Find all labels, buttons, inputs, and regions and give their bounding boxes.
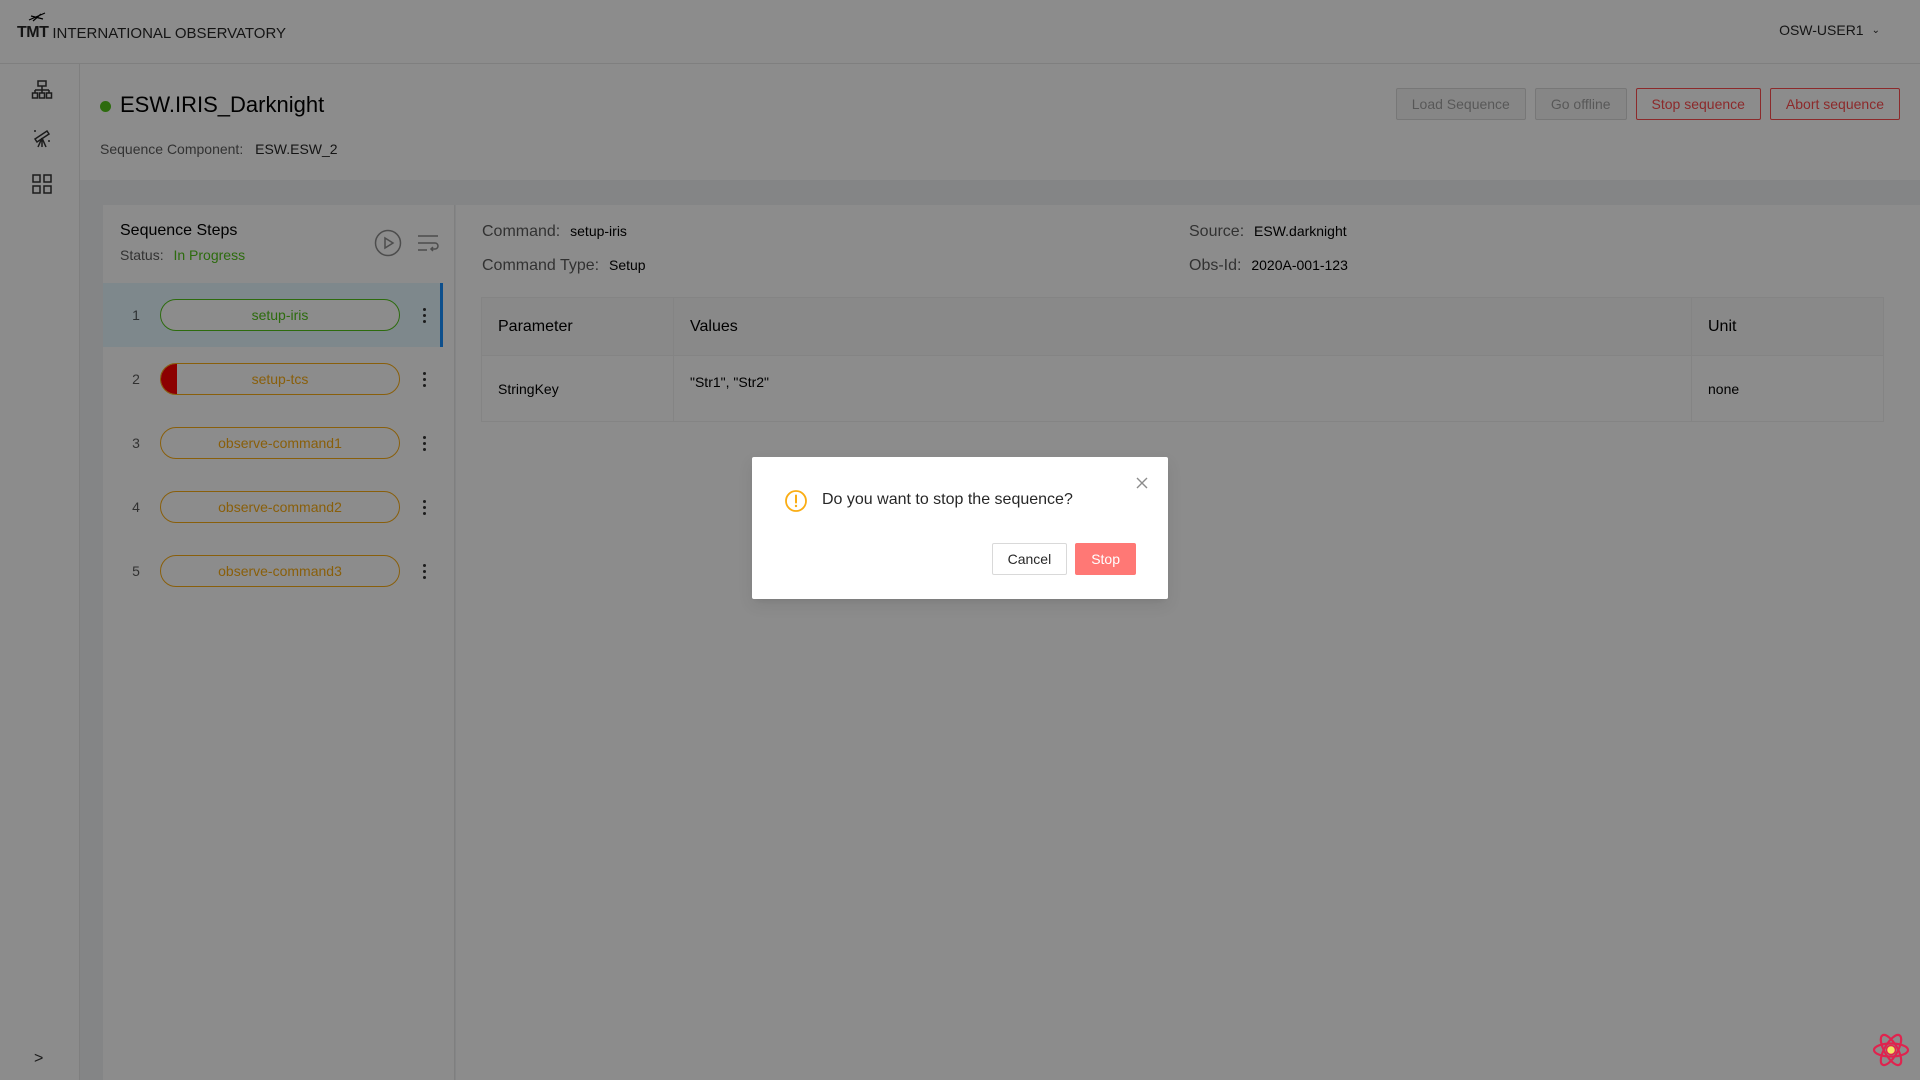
close-icon[interactable] xyxy=(1134,475,1150,491)
react-logo-icon[interactable] xyxy=(1871,1030,1911,1070)
stop-button[interactable]: Stop xyxy=(1075,543,1136,575)
cancel-button[interactable]: Cancel xyxy=(991,543,1068,575)
exclamation-circle-icon xyxy=(785,490,807,512)
stop-confirm-dialog: Do you want to stop the sequence? Cancel… xyxy=(752,457,1168,599)
dialog-actions: Cancel Stop xyxy=(991,543,1136,575)
dialog-message: Do you want to stop the sequence? xyxy=(822,491,1073,508)
